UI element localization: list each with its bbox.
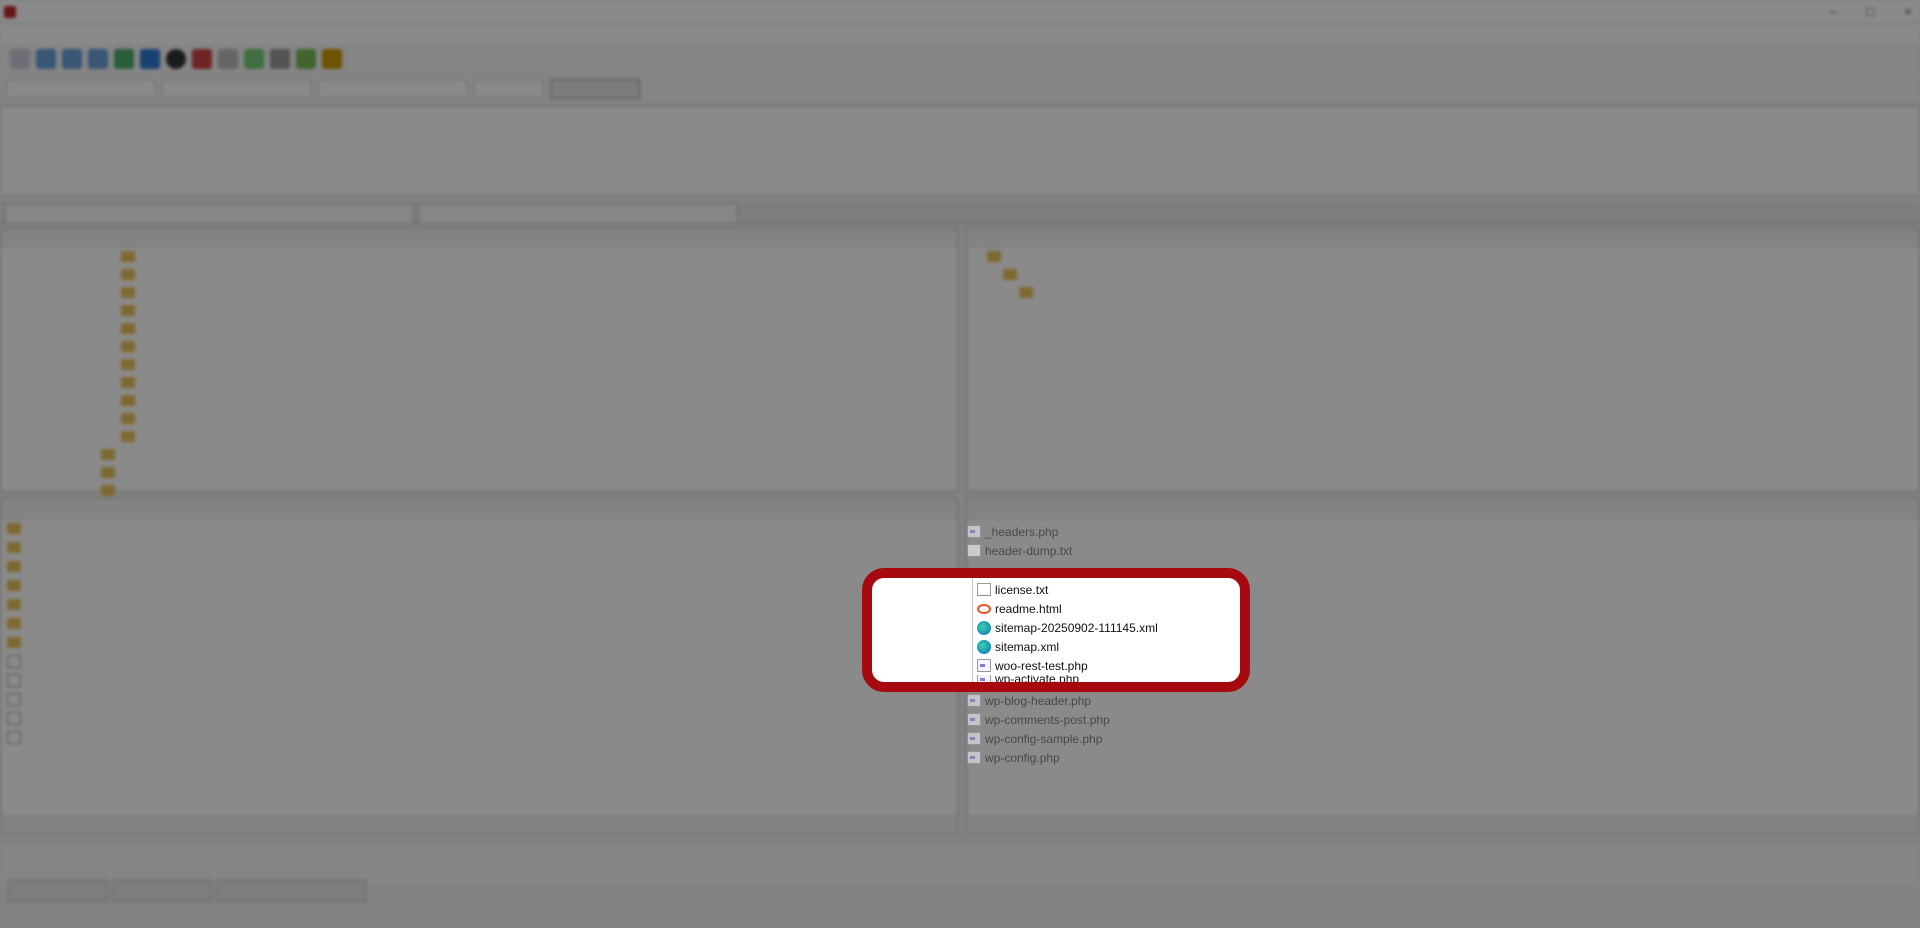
- file-name: wp-config.php: [985, 750, 1060, 765]
- file-name: license.txt: [995, 582, 1049, 597]
- remote-file-rows-above: _headers.php header-dump.txt: [967, 522, 1072, 560]
- file-name: wp-activate.php: [995, 675, 1080, 683]
- text-file-icon: [967, 544, 981, 557]
- php-file-icon: [967, 751, 981, 764]
- highlight-box: license.txt readme.html sitemap-20250902-1…: [862, 568, 1250, 692]
- file-name: sitemap.xml: [995, 639, 1060, 654]
- file-name: _headers.php: [985, 524, 1059, 539]
- php-file-icon: [977, 675, 991, 682]
- html-file-icon: [977, 603, 991, 614]
- highlighted-file-list: license.txt readme.html sitemap-20250902-1…: [977, 580, 1158, 683]
- file-name: wp-blog-header.php: [985, 693, 1092, 708]
- php-file-icon: [967, 732, 981, 745]
- file-row[interactable]: readme.html: [977, 599, 1158, 618]
- file-name: header-dump.txt: [985, 543, 1073, 558]
- text-file-icon: [977, 583, 991, 596]
- dim-overlay: [0, 0, 1920, 928]
- file-row[interactable]: wp-activate.php: [977, 675, 1158, 683]
- file-name: wp-comments-post.php: [985, 712, 1110, 727]
- file-name: wp-config-sample.php: [985, 731, 1103, 746]
- file-row[interactable]: woo-rest-test.php: [977, 656, 1158, 675]
- file-row[interactable]: sitemap.xml: [977, 637, 1158, 656]
- file-row[interactable]: wp-blog-header.php: [967, 691, 1110, 710]
- file-row[interactable]: sitemap-20250902-111145.xml: [977, 618, 1158, 637]
- php-file-icon: [967, 525, 981, 538]
- file-row[interactable]: license.txt: [977, 580, 1158, 599]
- xml-file-icon: [977, 639, 991, 654]
- pane-divider: [972, 578, 973, 682]
- php-file-icon: [967, 713, 981, 726]
- file-name: woo-rest-test.php: [995, 658, 1088, 673]
- file-row[interactable]: wp-config-sample.php: [967, 729, 1110, 748]
- file-name: readme.html: [995, 601, 1062, 616]
- file-row[interactable]: wp-comments-post.php: [967, 710, 1110, 729]
- file-row[interactable]: header-dump.txt: [967, 541, 1072, 560]
- file-row[interactable]: wp-config.php: [967, 748, 1110, 767]
- remote-file-rows-below: wp-blog-header.php wp-comments-post.php wp…: [967, 691, 1110, 767]
- file-row[interactable]: _headers.php: [967, 522, 1072, 541]
- xml-file-icon: [977, 620, 991, 635]
- php-file-icon: [967, 694, 981, 707]
- php-file-icon: [977, 659, 991, 672]
- file-name: sitemap-20250902-111145.xml: [995, 620, 1158, 635]
